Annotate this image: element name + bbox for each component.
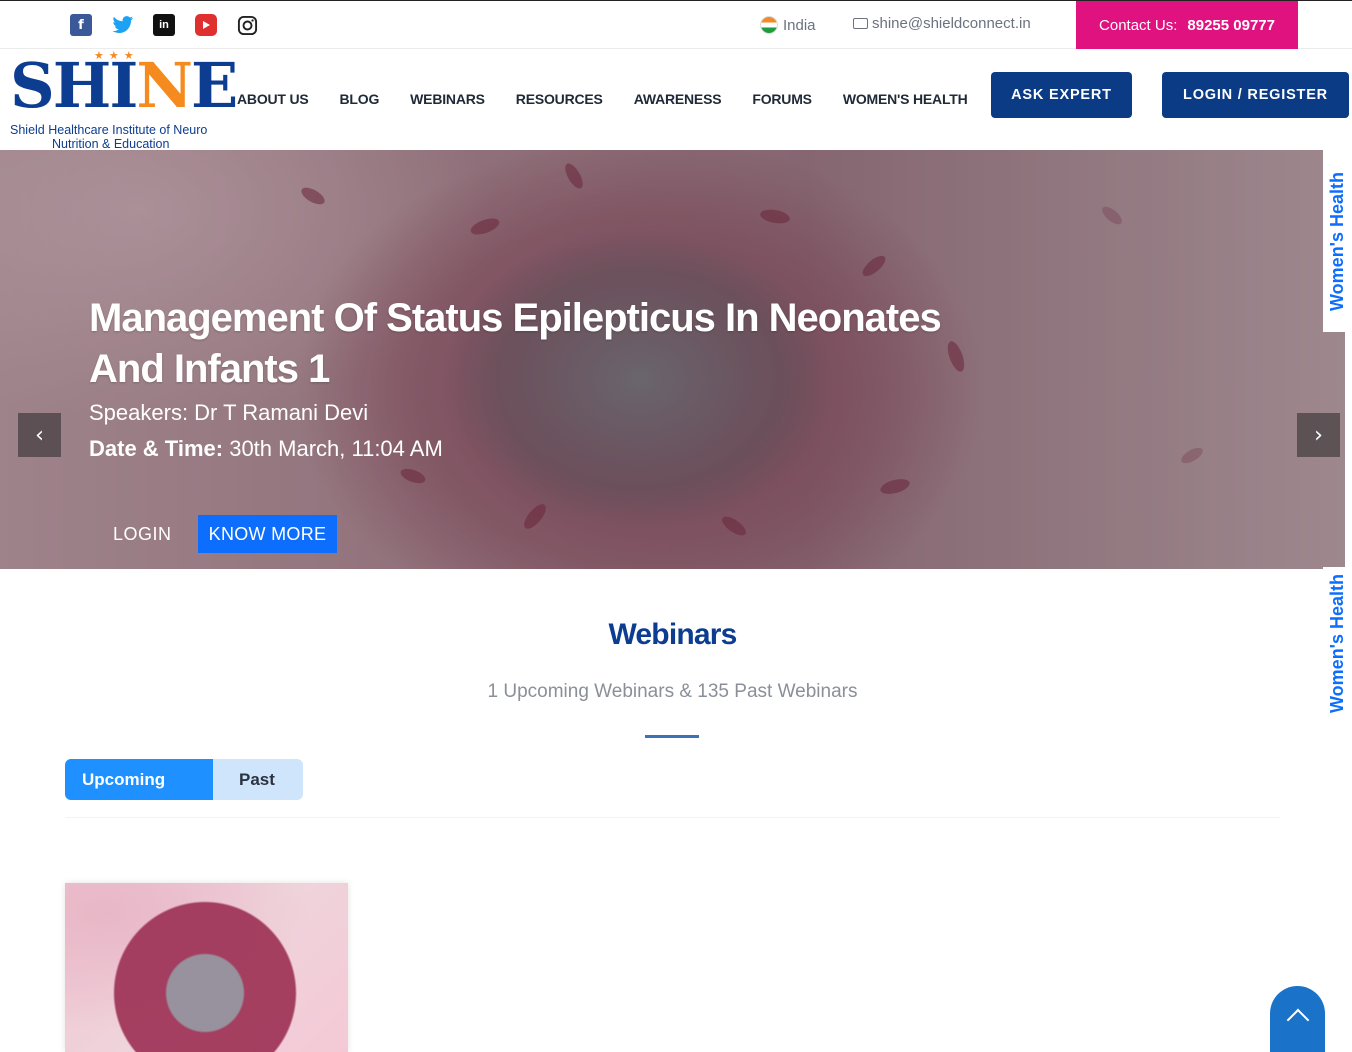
hero-login-link[interactable]: LOGIN: [113, 524, 172, 545]
login-register-button[interactable]: LOGIN / REGISTER: [1162, 72, 1349, 118]
logo-wordmark: SHINE: [10, 49, 238, 122]
youtube-icon[interactable]: [195, 14, 217, 36]
hero-slider: Management Of Status Epilepticus In Neon…: [0, 150, 1345, 569]
webinar-card-image[interactable]: [65, 883, 348, 1052]
slider-next-button[interactable]: ›: [1297, 413, 1340, 457]
webinar-tabs: Upcoming Past: [65, 759, 303, 800]
tab-upcoming[interactable]: Upcoming: [65, 759, 213, 800]
instagram-icon[interactable]: [236, 14, 258, 36]
tabs-divider: [65, 817, 1280, 818]
ask-expert-button[interactable]: ASK EXPERT: [991, 72, 1132, 118]
nav-womens-health[interactable]: WOMEN'S HEALTH: [843, 91, 968, 107]
nav-webinars[interactable]: WEBINARS: [410, 91, 485, 107]
country-label: India: [783, 16, 816, 34]
webinars-count-subtitle: 1 Upcoming Webinars & 135 Past Webinars: [487, 681, 858, 702]
hero-date: Date & Time: 30th March, 11:04 AM: [89, 436, 443, 462]
chevron-up-icon: [1286, 1008, 1309, 1032]
nav-forums[interactable]: FORUMS: [752, 91, 812, 107]
know-more-button[interactable]: KNOW MORE: [198, 515, 337, 553]
chevron-left-icon: ‹: [35, 422, 44, 448]
email-link[interactable]: shine@shieldconnect.in: [853, 15, 1031, 32]
womens-health-side-tab[interactable]: Women's Health: [1323, 150, 1352, 332]
india-flag-icon: [760, 16, 778, 34]
country-selector[interactable]: India: [760, 16, 816, 34]
hero-date-label: Date & Time:: [89, 436, 224, 461]
chevron-right-icon: ›: [1314, 422, 1323, 448]
contact-phone: 89255 09777: [1187, 16, 1275, 34]
nav-blog[interactable]: BLOG: [340, 91, 380, 107]
hero-title: Management Of Status Epilepticus In Neon…: [89, 296, 942, 391]
facebook-icon[interactable]: f: [70, 14, 92, 36]
nav-links: ABOUT US BLOG WEBINARS RESOURCES AWARENE…: [237, 91, 999, 107]
logo-tagline: Shield Healthcare Institute of Neuro Nut…: [10, 123, 208, 151]
contact-label: Contact Us:: [1099, 16, 1178, 34]
hero-date-value: 30th March, 11:04 AM: [229, 436, 443, 461]
scroll-to-top-button[interactable]: [1270, 986, 1325, 1052]
page: f in India shine@shieldconnect.in Contac…: [0, 0, 1352, 1052]
nav-awareness[interactable]: AWARENESS: [634, 91, 722, 107]
nav-resources[interactable]: RESOURCES: [516, 91, 603, 107]
twitter-icon[interactable]: [112, 14, 134, 36]
top-bar: f in India shine@shieldconnect.in Contac…: [0, 0, 1352, 49]
mail-icon: [853, 18, 868, 29]
linkedin-icon[interactable]: in: [153, 14, 175, 36]
nav-about-us[interactable]: ABOUT US: [237, 91, 309, 107]
main-navbar: ★ ★ ★ SHINE Shield Healthcare Institute …: [0, 49, 1352, 151]
webinars-section-title: Webinars: [608, 618, 737, 651]
shine-logo[interactable]: ★ ★ ★ SHINE Shield Healthcare Institute …: [8, 49, 238, 151]
section-divider: [645, 735, 699, 738]
tab-past[interactable]: Past: [213, 759, 303, 800]
hero-speakers: Speakers: Dr T Ramani Devi: [89, 400, 369, 425]
email-text: shine@shieldconnect.in: [872, 15, 1031, 32]
slider-prev-button[interactable]: ‹: [18, 413, 61, 457]
contact-us-button[interactable]: Contact Us: 89255 09777: [1076, 1, 1298, 49]
